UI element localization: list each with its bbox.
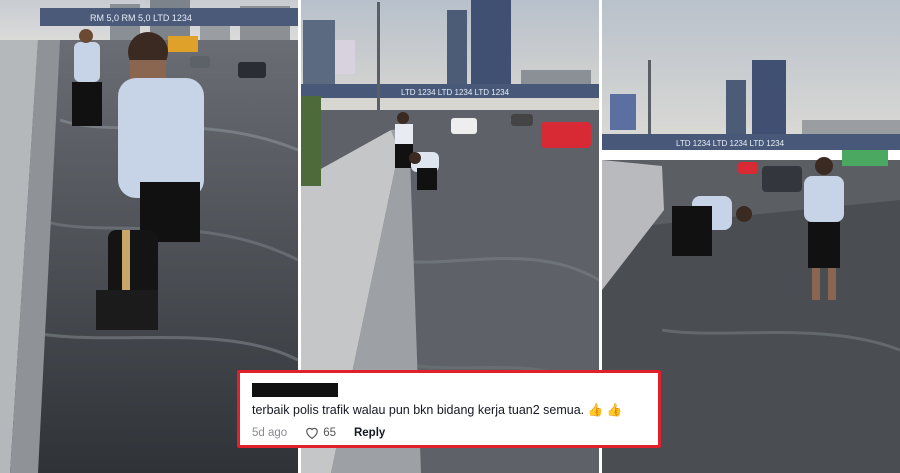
comment-timestamp: 5d ago xyxy=(252,426,288,439)
like-button[interactable]: 65 xyxy=(305,426,336,439)
highlighted-comment: terbaik polis trafik walau pun bkn bidan… xyxy=(237,370,661,448)
gantry-text: LTD 1234 LTD 1234 LTD 1234 xyxy=(676,139,785,148)
comment-text: terbaik polis trafik walau pun bkn bidan… xyxy=(252,403,650,418)
officer-far xyxy=(72,29,102,126)
red-car xyxy=(541,122,591,148)
redacted-username xyxy=(252,383,338,397)
thumbs-up-icon: 👍 👍 xyxy=(587,403,623,417)
gantry-text: LTD 1234 LTD 1234 LTD 1234 xyxy=(401,88,510,97)
reply-button[interactable]: Reply xyxy=(354,427,385,439)
heart-icon[interactable] xyxy=(305,426,319,439)
comment-meta: 5d ago 65 Reply xyxy=(252,426,385,439)
like-count: 65 xyxy=(323,426,336,439)
comment-body: terbaik polis trafik walau pun bkn bidan… xyxy=(252,403,585,417)
gantry-text: RM 5,0 RM 5,0 LTD 1234 xyxy=(90,13,192,23)
